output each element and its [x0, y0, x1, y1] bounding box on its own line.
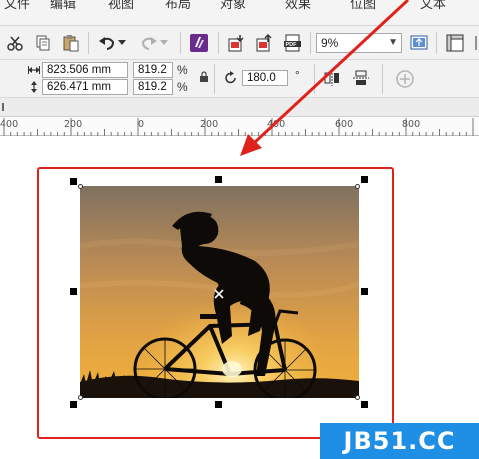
ruler-label: 200 — [200, 119, 219, 130]
selection-handle-left[interactable] — [70, 288, 77, 295]
node-marker — [78, 395, 83, 400]
toolbar-separator — [88, 32, 89, 54]
node-marker — [355, 395, 360, 400]
ruler-label: 400 — [0, 119, 19, 130]
ruler-label: 400 — [267, 119, 286, 130]
rotation-angle-field[interactable]: 180.0 — [242, 70, 288, 86]
menu-item-object[interactable]: 对象 — [220, 0, 246, 12]
scale-y-field[interactable]: 819.2 — [133, 79, 173, 95]
toolbar-separator — [314, 64, 315, 94]
menu-item-edit[interactable]: 编辑 — [50, 0, 76, 12]
redo-dropdown-icon[interactable] — [158, 32, 170, 54]
mirror-vertical-icon[interactable] — [352, 69, 370, 90]
menu-item-view[interactable]: 视图 — [108, 0, 134, 12]
object-width-field[interactable]: 823.506 mm — [42, 62, 128, 78]
mirror-horizontal-icon[interactable] — [323, 69, 341, 90]
menu-item-effects[interactable]: 效果 — [285, 0, 311, 12]
rotation-degree-unit: ° — [295, 68, 300, 82]
scale-x-field[interactable]: 819.2 — [133, 62, 173, 78]
chevron-down-icon: ▼ — [388, 37, 398, 48]
full-screen-preview-icon[interactable] — [408, 32, 430, 54]
lock-ratio-icon[interactable] — [199, 71, 209, 86]
paste-icon[interactable] — [60, 32, 82, 54]
svg-text:PDF: PDF — [286, 42, 298, 48]
site-watermark: JB51.CC — [320, 423, 479, 459]
menu-item-text[interactable]: 文本 — [420, 0, 446, 12]
horizontal-ruler[interactable]: 400 200 0 200 400 600 800 — [0, 117, 479, 136]
menu-bar: 文件 编辑 视图 布局 对象 效果 位图 文本 — [0, 0, 479, 26]
menu-item-file[interactable]: 文件 — [4, 0, 30, 12]
selection-handle-bottom-left[interactable] — [70, 401, 77, 408]
export-icon[interactable] — [254, 32, 276, 54]
publish-pdf-icon[interactable]: PDF — [282, 32, 304, 54]
zoom-level-select[interactable]: 9% ▼ — [316, 33, 402, 53]
selection-handle-right[interactable] — [361, 288, 368, 295]
width-arrows-icon — [28, 64, 40, 76]
cut-icon[interactable] — [4, 32, 26, 54]
show-grid-icon[interactable] — [468, 32, 479, 54]
copy-icon[interactable] — [32, 32, 54, 54]
undo-dropdown-icon[interactable] — [116, 32, 128, 54]
tab-nav-icon[interactable] — [2, 103, 6, 114]
toolbar-separator — [382, 64, 383, 94]
coreldraw-window: 文件 编辑 视图 布局 对象 效果 位图 文本 PDF 9% ▼ 823.506… — [0, 0, 479, 459]
selection-handle-top-left[interactable] — [70, 178, 77, 185]
standard-toolbar: PDF — [0, 26, 479, 60]
toolbar-separator — [310, 32, 311, 54]
node-marker — [355, 184, 360, 189]
menu-item-layout[interactable]: 布局 — [165, 0, 191, 12]
toolbar-separator — [214, 64, 215, 94]
redo-icon[interactable] — [138, 32, 160, 54]
toolbar-separator — [180, 32, 181, 54]
height-arrows-icon — [28, 81, 40, 93]
selection-handle-bottom[interactable] — [215, 401, 222, 408]
ruler-label: 800 — [402, 119, 421, 130]
search-content-icon[interactable] — [188, 32, 210, 54]
toolbar-separator — [436, 32, 437, 54]
object-height-field[interactable]: 626.471 mm — [42, 79, 128, 95]
selection-handle-top[interactable] — [215, 176, 222, 183]
menu-item-bitmap[interactable]: 位图 — [350, 0, 376, 12]
scale-x-unit: % — [177, 63, 188, 77]
selection-handle-bottom-right[interactable] — [361, 401, 368, 408]
scale-y-unit: % — [177, 80, 188, 94]
center-cross-icon[interactable] — [214, 288, 224, 302]
property-bar: 823.506 mm 626.471 mm 819.2 819.2 % % 18… — [0, 60, 479, 98]
document-tab-strip — [0, 98, 479, 117]
ruler-label: 600 — [335, 119, 354, 130]
toolbar-separator — [218, 32, 219, 54]
ruler-label: 0 — [138, 119, 145, 130]
undo-icon[interactable] — [96, 32, 118, 54]
rotate-icon — [224, 71, 238, 88]
add-icon[interactable] — [395, 69, 415, 92]
zoom-level-value: 9% — [321, 36, 339, 50]
show-rulers-icon[interactable] — [444, 32, 466, 54]
ruler-label: 200 — [64, 119, 83, 130]
selection-handle-top-right[interactable] — [361, 176, 368, 183]
node-marker — [78, 184, 83, 189]
import-icon[interactable] — [226, 32, 248, 54]
